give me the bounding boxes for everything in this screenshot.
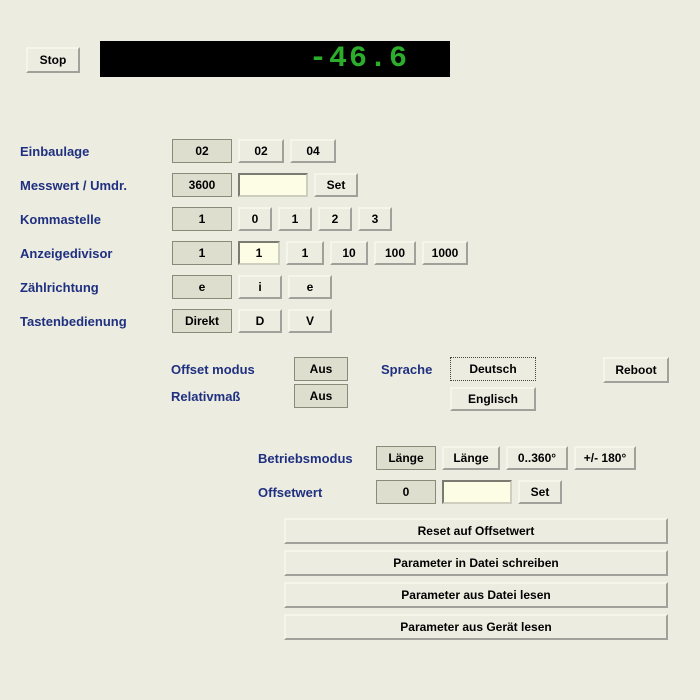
label-sprache: Sprache [381, 362, 432, 377]
tastenbedienung-option-d[interactable]: D [238, 309, 282, 333]
zaehlrichtung-option-e[interactable]: e [288, 275, 332, 299]
value-display: -46.6 [100, 41, 450, 77]
anzeigedivisor-option-1[interactable]: 1 [286, 241, 324, 265]
kommastelle-option-0[interactable]: 0 [238, 207, 272, 231]
betriebsmodus-option-0-360[interactable]: 0..360° [506, 446, 568, 470]
offsetwert-input[interactable] [442, 480, 512, 504]
sprache-option-englisch[interactable]: Englisch [450, 387, 536, 411]
relativmass-value: Aus [294, 384, 348, 408]
anzeigedivisor-input[interactable]: 1 [238, 241, 280, 265]
messwert-set-button[interactable]: Set [314, 173, 358, 197]
label-kommastelle: Kommastelle [20, 212, 101, 227]
label-betriebsmodus: Betriebsmodus [258, 451, 353, 466]
offsetwert-value: 0 [376, 480, 436, 504]
einbaulage-value: 02 [172, 139, 232, 163]
anzeigedivisor-value: 1 [172, 241, 232, 265]
offsetmodus-value: Aus [294, 357, 348, 381]
reset-offset-button[interactable]: Reset auf Offsetwert [284, 518, 668, 544]
label-offsetmodus: Offset modus [171, 362, 255, 377]
offsetwert-set-button[interactable]: Set [518, 480, 562, 504]
write-params-file-button[interactable]: Parameter in Datei schreiben [284, 550, 668, 576]
tastenbedienung-option-v[interactable]: V [288, 309, 332, 333]
kommastelle-option-2[interactable]: 2 [318, 207, 352, 231]
betriebsmodus-option-pm180[interactable]: +/- 180° [574, 446, 636, 470]
sprache-option-deutsch[interactable]: Deutsch [450, 357, 536, 381]
label-tastenbedienung: Tastenbedienung [20, 314, 127, 329]
betriebsmodus-option-laenge[interactable]: Länge [442, 446, 500, 470]
zaehlrichtung-option-i[interactable]: i [238, 275, 282, 299]
stop-button[interactable]: Stop [26, 47, 80, 73]
anzeigedivisor-option-10[interactable]: 10 [330, 241, 368, 265]
kommastelle-value: 1 [172, 207, 232, 231]
betriebsmodus-value: Länge [376, 446, 436, 470]
messwert-value: 3600 [172, 173, 232, 197]
label-relativmass: Relativmaß [171, 389, 240, 404]
kommastelle-option-3[interactable]: 3 [358, 207, 392, 231]
label-offsetwert: Offsetwert [258, 485, 322, 500]
label-zaehlrichtung: Zählrichtung [20, 280, 99, 295]
tastenbedienung-value: Direkt [172, 309, 232, 333]
kommastelle-option-1[interactable]: 1 [278, 207, 312, 231]
zaehlrichtung-value: e [172, 275, 232, 299]
einbaulage-option-02[interactable]: 02 [238, 139, 284, 163]
label-anzeigedivisor: Anzeigedivisor [20, 246, 112, 261]
display-value: -46.6 [309, 42, 409, 76]
anzeigedivisor-option-100[interactable]: 100 [374, 241, 416, 265]
anzeigedivisor-option-1000[interactable]: 1000 [422, 241, 468, 265]
label-messwert: Messwert / Umdr. [20, 178, 127, 193]
reboot-button[interactable]: Reboot [603, 357, 669, 383]
label-einbaulage: Einbaulage [20, 144, 89, 159]
messwert-input[interactable] [238, 173, 308, 197]
read-params-device-button[interactable]: Parameter aus Gerät lesen [284, 614, 668, 640]
read-params-file-button[interactable]: Parameter aus Datei lesen [284, 582, 668, 608]
einbaulage-option-04[interactable]: 04 [290, 139, 336, 163]
